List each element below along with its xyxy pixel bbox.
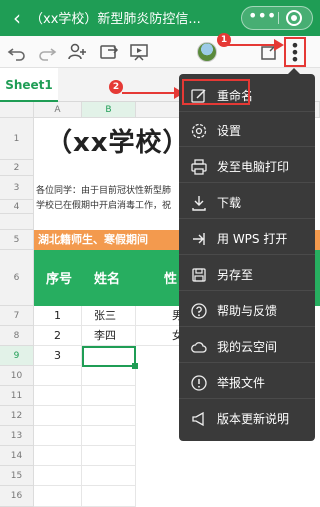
menu-item-label: 发至电脑打印 [217, 160, 290, 174]
more-vertical-icon[interactable]: • • • [288, 38, 302, 68]
menu-item-label: 举报文件 [217, 376, 266, 390]
title-bar: ‹ （xx学校）新型肺炎防控信... ••• [0, 0, 320, 36]
open-external-icon [193, 233, 205, 245]
row-header-6[interactable]: 6 [0, 250, 34, 306]
menu-item-cloud[interactable]: 我的云空间 [179, 330, 315, 363]
header-gender: 性 [164, 272, 178, 287]
menu-item-print[interactable]: 发至电脑打印 [179, 150, 315, 183]
menu-item-label: 设置 [217, 124, 242, 138]
tab-sheet1[interactable]: Sheet1 [0, 68, 58, 102]
row-header-15[interactable]: 15 [0, 466, 34, 486]
annotation-arrowhead-1 [274, 39, 284, 51]
row-header-2[interactable]: 2 [0, 160, 34, 176]
selection-fill-handle[interactable] [132, 363, 138, 369]
cell-a11[interactable] [34, 386, 82, 406]
cell-a9[interactable]: 3 [34, 346, 82, 366]
cell-a10[interactable] [34, 366, 82, 386]
cloud-icon [191, 342, 207, 353]
row-header-4[interactable]: 4 [0, 200, 34, 214]
menu-item-help[interactable]: 帮助与反馈 [179, 294, 315, 327]
cell-b16[interactable] [82, 486, 136, 507]
menu-item-release-notes[interactable]: 版本更新说明 [179, 402, 315, 435]
capsule-more-button[interactable]: ••• [248, 7, 276, 29]
notice-line-2: 学校已在假期中开启消毒工作，祝 [36, 201, 172, 211]
add-user-icon[interactable] [66, 41, 88, 63]
cell-a16[interactable] [34, 486, 82, 507]
menu-item-open-wps[interactable]: 用 WPS 打开 [179, 222, 315, 255]
menu-item-report[interactable]: 举报文件 [179, 366, 315, 399]
cell-a12[interactable] [34, 406, 82, 426]
menu-item-label: 用 WPS 打开 [217, 232, 288, 246]
menu-item-save-as[interactable]: 另存至 [179, 258, 315, 291]
row-header-10[interactable]: 10 [0, 366, 34, 386]
cell-b14[interactable] [82, 446, 136, 466]
cell-a14[interactable] [34, 446, 82, 466]
save-icon [192, 268, 206, 282]
row-header-1[interactable]: 1 [0, 118, 34, 160]
cell-b11[interactable] [82, 386, 136, 406]
share-icon[interactable] [98, 41, 120, 63]
column-header-a[interactable]: A [34, 102, 82, 118]
notice-line-1: 各位同学：由于目前冠状性新型肺 [36, 186, 172, 196]
row-header-9[interactable]: 9 [0, 346, 34, 366]
annotation-arrow-2 [122, 92, 180, 94]
row-header-12[interactable]: 12 [0, 406, 34, 426]
grid-corner[interactable] [0, 102, 34, 118]
document-title: （xx学校）新型肺炎防控信... [30, 12, 201, 27]
more-options-menu: 重命名 设置 发至电脑打印 下载 用 WPS 打开 另存至 帮助与反馈 我的云空… [179, 74, 315, 441]
row-header-5[interactable]: 5 [0, 230, 34, 250]
cell-b12[interactable] [82, 406, 136, 426]
row-header-14[interactable]: 14 [0, 446, 34, 466]
gear-icon [191, 123, 207, 139]
row-header-3[interactable]: 3 [0, 176, 34, 200]
menu-item-download[interactable]: 下载 [179, 186, 315, 219]
help-icon [191, 303, 207, 319]
column-header-b[interactable]: B [82, 102, 136, 118]
cell-b15[interactable] [82, 466, 136, 486]
row-header-8[interactable]: 8 [0, 326, 34, 346]
menu-item-label: 我的云空间 [217, 340, 278, 354]
highlight-rename-item [182, 79, 250, 105]
avatar[interactable] [197, 42, 217, 62]
annotation-step-2: 2 [109, 80, 123, 94]
report-icon [191, 375, 207, 391]
row-header-11[interactable]: 11 [0, 386, 34, 406]
row-header-7[interactable]: 7 [0, 306, 34, 326]
cell-a15[interactable] [34, 466, 82, 486]
cell-b7[interactable]: 张三 [82, 306, 136, 326]
row-header-16[interactable]: 16 [0, 486, 34, 507]
cell-b8[interactable]: 李四 [82, 326, 136, 346]
header-name: 姓名 [94, 272, 121, 287]
menu-item-settings[interactable]: 设置 [179, 114, 315, 147]
cell-b13[interactable] [82, 426, 136, 446]
cell-a8[interactable]: 2 [34, 326, 82, 346]
header-index: 序号 [46, 272, 73, 287]
back-chevron-icon[interactable]: ‹ [6, 6, 28, 30]
row-header-13[interactable]: 13 [0, 426, 34, 446]
download-icon [192, 196, 206, 211]
undo-icon[interactable] [6, 41, 28, 63]
printer-icon [191, 159, 207, 175]
miniprogram-capsule: ••• [241, 6, 313, 30]
cell-c8[interactable]: 女 [136, 326, 183, 346]
present-icon[interactable] [128, 41, 150, 63]
row-header-hidden[interactable] [0, 214, 34, 230]
megaphone-icon [192, 411, 204, 427]
menu-item-label: 版本更新说明 [217, 412, 290, 426]
menu-item-label: 下载 [217, 196, 242, 210]
menu-item-label: 另存至 [217, 268, 254, 282]
selected-cell-b9[interactable] [82, 346, 136, 367]
toolbar: 1 • • • [0, 33, 320, 68]
redo-icon[interactable] [36, 41, 58, 63]
menu-item-label: 帮助与反馈 [217, 304, 278, 318]
cell-a7[interactable]: 1 [34, 306, 82, 326]
annotation-arrow-1 [220, 44, 280, 46]
cell-b10[interactable] [82, 366, 136, 386]
cell-c7[interactable]: 男 [136, 306, 183, 326]
capsule-divider [278, 12, 279, 24]
capsule-close-button[interactable] [286, 10, 302, 26]
cell-a13[interactable] [34, 426, 82, 446]
